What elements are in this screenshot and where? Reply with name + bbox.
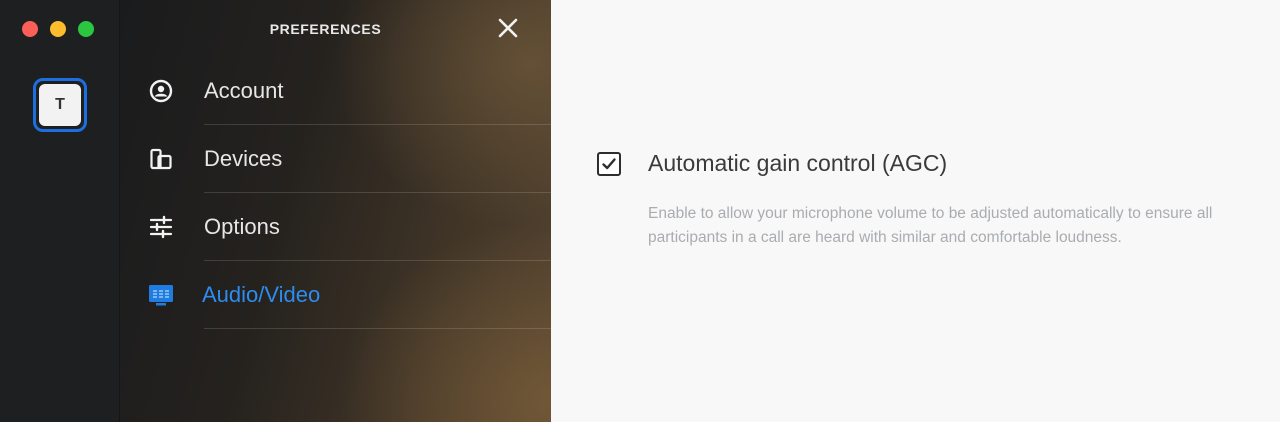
team-rail: T	[0, 0, 120, 422]
window-maximize-button[interactable]	[78, 21, 94, 37]
menu-item-label: Audio/Video	[202, 282, 321, 307]
checkmark-icon	[602, 158, 616, 170]
menu-item-account[interactable]: Account	[120, 57, 551, 125]
agc-label: Automatic gain control (AGC)	[648, 150, 948, 176]
window-controls	[22, 21, 94, 37]
menu-divider	[204, 328, 551, 329]
preferences-menu: PREFERENCES Account Devices Options Audi…	[120, 0, 551, 422]
agc-checkbox[interactable]	[597, 152, 621, 176]
audio-video-icon	[148, 283, 174, 307]
close-icon	[498, 18, 518, 38]
agc-description: Enable to allow your microphone volume t…	[648, 205, 1213, 246]
devices-icon	[148, 147, 174, 171]
menu-item-audio-video[interactable]: Audio/Video	[120, 261, 551, 329]
menu-item-devices[interactable]: Devices	[120, 125, 551, 193]
account-icon	[148, 79, 174, 103]
window-minimize-button[interactable]	[50, 21, 66, 37]
close-button[interactable]	[496, 16, 520, 40]
window-close-button[interactable]	[22, 21, 38, 37]
team-avatar[interactable]: T	[33, 78, 87, 132]
menu-item-options[interactable]: Options	[120, 193, 551, 261]
preferences-title: PREFERENCES	[269, 21, 382, 37]
menu-item-label: Options	[204, 214, 280, 239]
menu-item-label: Account	[204, 78, 284, 103]
audio-video-settings: Automatic gain control (AGC) Enable to a…	[551, 0, 1280, 422]
menu-item-label: Devices	[204, 146, 283, 171]
team-avatar-initial: T	[39, 84, 81, 126]
options-icon	[148, 215, 174, 239]
